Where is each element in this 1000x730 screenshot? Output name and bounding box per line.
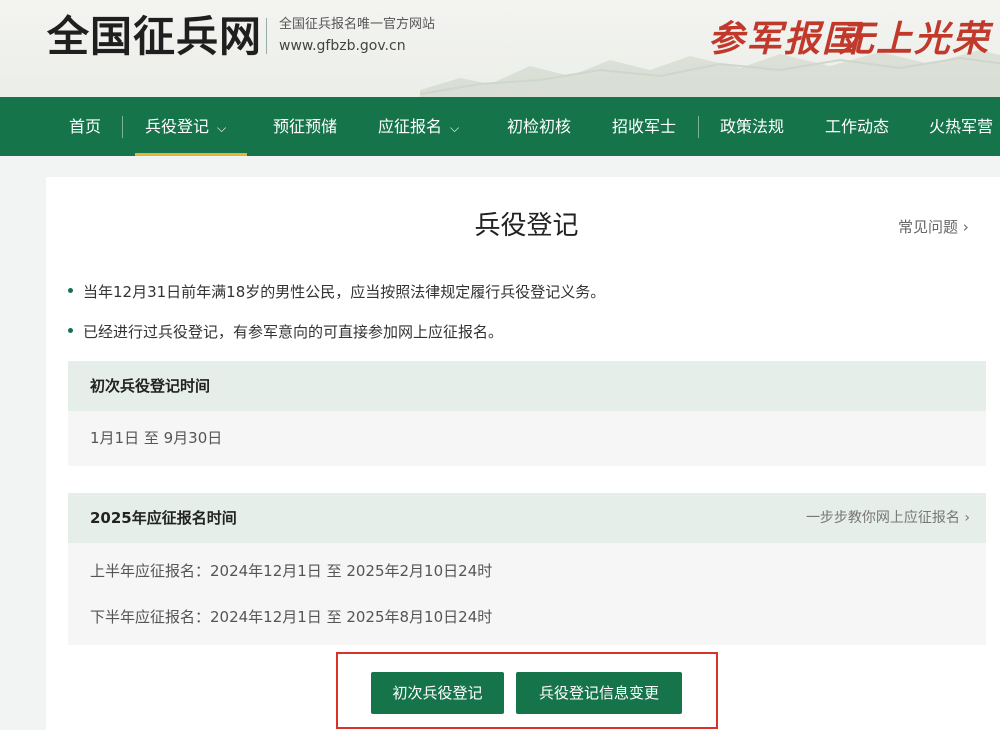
nav-item-label: 应征报名 [378,117,443,136]
notice-text: 当年12月31日前年满18岁的男性公民，应当按照法律规定履行兵役登记义务。 [83,283,606,301]
panel-header: 初次兵役登记时间 [68,361,986,411]
chevron-down-icon: ⌵ [217,121,227,135]
nav-item-news[interactable]: 工作动态 [825,97,889,156]
nav-item-policies[interactable]: 政策法规 [720,97,784,156]
nav-item-label: 首页 [69,117,102,136]
panel-header: 2025年应征报名时间 一步步教你网上应征报名 › [68,493,986,543]
bullet-dot-icon [68,288,73,293]
nav-item-label: 兵役登记 [145,117,210,136]
nav-item-home[interactable]: 首页 [69,97,101,156]
notice-bullet: 当年12月31日前年满18岁的男性公民，应当按照法律规定履行兵役登记义务。 [68,281,605,303]
nav-item-label: 火热军营 [929,117,994,136]
site-description: 全国征兵报名唯一官方网站 [279,17,436,32]
main-nav: 首页 兵役登记 ⌵ 预征预储 应征报名 ⌵ 初检初核 招收军士 政策法规 工作动态 … [0,97,1000,156]
logo-divider [266,18,267,54]
first-registration-button[interactable]: 初次兵役登记 [371,672,504,714]
nav-item-label: 工作动态 [825,117,890,136]
page-title: 兵役登记 [474,211,579,241]
nav-item-label: 预征预储 [273,117,338,136]
panel-title: 初次兵役登记时间 [90,377,211,395]
slogan-calligraphy-2: 无上光荣 [838,18,991,60]
notice-bullet: 已经进行过兵役登记，有参军意向的可直接参加网上应征报名。 [68,321,503,343]
nav-separator [122,116,123,138]
nav-item-label: 招收军士 [612,117,677,136]
nav-item-pre-enlistment[interactable]: 预征预储 [273,97,337,156]
nav-active-indicator [135,153,247,156]
signup-guide-link[interactable]: 一步步教你网上应征报名 › [806,493,970,543]
chevron-down-icon: ⌵ [450,121,460,135]
first-registration-time-panel: 初次兵役登记时间 1月1日 至 9月30日 [68,361,986,466]
site-logo[interactable]: 全国征兵网 [47,12,262,62]
nav-item-barracks[interactable]: 火热军营 [929,97,993,156]
site-url: www.gfbzb.gov.cn [279,38,406,54]
nav-item-military-registration[interactable]: 兵役登记 ⌵ [145,97,226,156]
panel-row: 1月1日 至 9月30日 [90,429,223,447]
nav-item-initial-check[interactable]: 初检初核 [507,97,571,156]
bullet-dot-icon [68,328,73,333]
faq-link[interactable]: 常见问题 › [898,216,969,238]
site-header: 全国征兵网 全国征兵报名唯一官方网站 www.gfbzb.gov.cn 参军报国… [0,0,1000,97]
panel-row: 上半年应征报名：2024年12月1日 至 2025年2月10日24时 [90,562,493,580]
nav-separator [698,116,699,138]
enlistment-time-panel: 2025年应征报名时间 一步步教你网上应征报名 › 上半年应征报名：2024年1… [68,493,986,645]
panel-row: 下半年应征报名：2024年12月1日 至 2025年8月10日24时 [90,608,493,626]
nav-item-label: 政策法规 [720,117,785,136]
nav-item-enlistment-signup[interactable]: 应征报名 ⌵ [378,97,459,156]
registration-info-change-button[interactable]: 兵役登记信息变更 [516,672,682,714]
nav-item-label: 初检初核 [507,117,572,136]
notice-text: 已经进行过兵役登记，有参军意向的可直接参加网上应征报名。 [83,323,504,341]
panel-title: 2025年应征报名时间 [90,509,237,527]
nav-item-nco-recruitment[interactable]: 招收军士 [612,97,676,156]
